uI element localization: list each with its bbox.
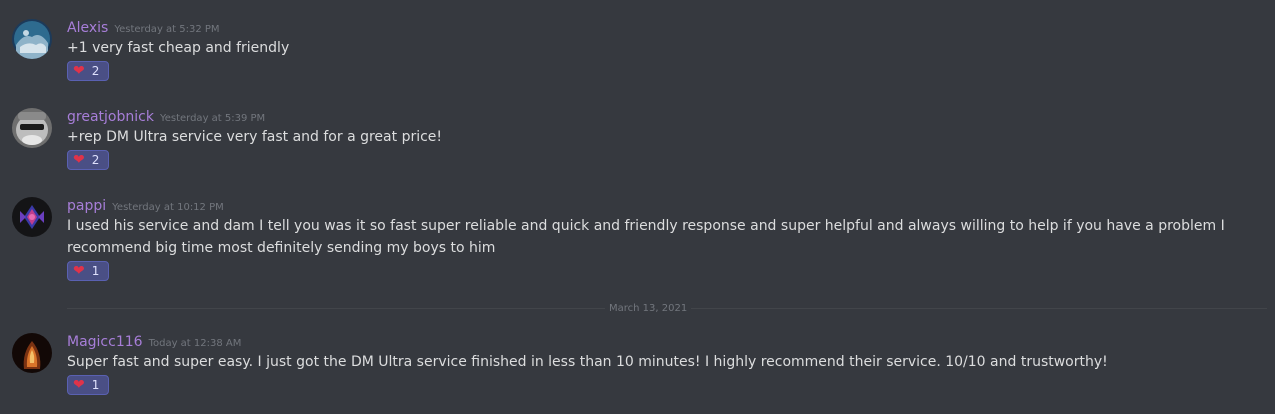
date-divider-label: March 13, 2021	[605, 302, 692, 316]
avatar[interactable]	[12, 197, 52, 237]
message-text: +1 very fast cheap and friendly	[67, 40, 290, 56]
message-header: greatjobnick Yesterday at 5:39 PM	[67, 106, 265, 126]
timestamp: Yesterday at 10:12 PM	[112, 202, 224, 213]
heart-icon: ❤	[73, 152, 85, 168]
username[interactable]: Magicc116	[67, 334, 143, 350]
reaction-count: 1	[91, 264, 100, 278]
message-header: Magicc116 Today at 12:38 AM	[67, 331, 241, 351]
username[interactable]: pappi	[67, 198, 106, 214]
message-header: Alexis Yesterday at 5:32 PM	[67, 17, 220, 37]
timestamp: Yesterday at 5:32 PM	[114, 24, 220, 35]
chat-message-list: Alexis Yesterday at 5:32 PM +1 very fast …	[0, 0, 1275, 414]
avatar[interactable]	[12, 108, 52, 148]
message-text: I used his service and dam I tell you wa…	[67, 218, 1225, 256]
timestamp: Today at 12:38 AM	[148, 338, 242, 349]
reaction-button[interactable]: ❤ 1	[67, 261, 109, 281]
message-header: pappi Yesterday at 10:12 PM	[67, 195, 224, 215]
username[interactable]: Alexis	[67, 20, 108, 36]
heart-icon: ❤	[73, 63, 85, 79]
username[interactable]: greatjobnick	[67, 109, 154, 125]
reaction-count: 2	[91, 153, 100, 167]
heart-icon: ❤	[73, 377, 85, 393]
avatar[interactable]	[12, 333, 52, 373]
message-text: +rep DM Ultra service very fast and for …	[67, 129, 443, 145]
reaction-button[interactable]: ❤ 2	[67, 61, 109, 81]
heart-icon: ❤	[73, 263, 85, 279]
timestamp: Yesterday at 5:39 PM	[159, 113, 266, 124]
avatar[interactable]	[12, 19, 52, 59]
reaction-button[interactable]: ❤ 1	[67, 375, 109, 395]
message-text: Super fast and super easy. I just got th…	[67, 354, 1108, 370]
reaction-count: 1	[91, 378, 100, 392]
reaction-count: 2	[91, 64, 100, 78]
reaction-button[interactable]: ❤ 2	[67, 150, 109, 170]
